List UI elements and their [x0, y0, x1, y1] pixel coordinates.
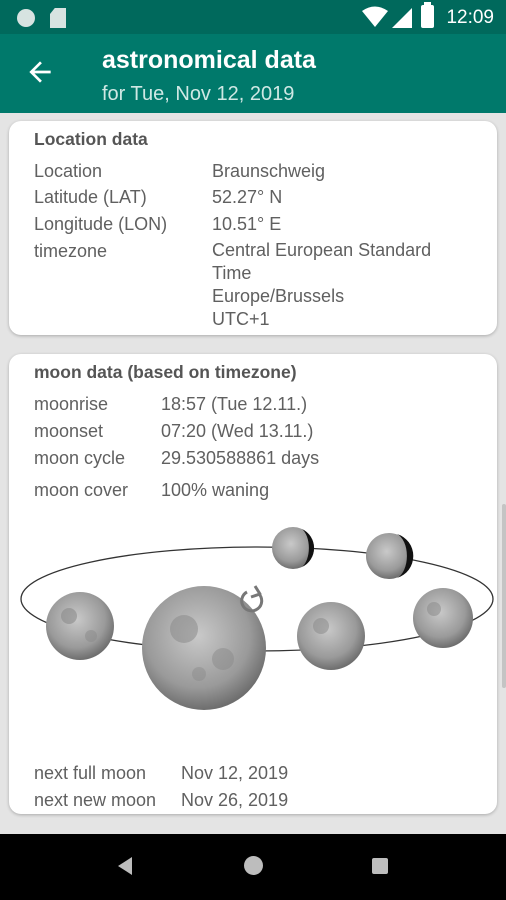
page-subtitle: for Tue, Nov 12, 2019 [102, 83, 295, 105]
arrow-back-icon[interactable] [24, 56, 56, 88]
circle-home-icon[interactable] [244, 856, 263, 875]
location-label: Location [34, 161, 103, 181]
next-new-moon-label: next new moon [34, 790, 157, 810]
system-navigation-bar [0, 834, 506, 900]
triangle-back-icon[interactable] [118, 857, 132, 875]
location-card: Location data Location Braunschweig Lati… [9, 121, 497, 335]
square-recent-icon[interactable] [372, 858, 388, 874]
wifi-icon [362, 6, 388, 27]
timezone-label: timezone [34, 241, 108, 261]
app-bar: astronomical data for Tue, Nov 12, 2019 [0, 34, 506, 113]
timezone-value-line: Europe/Brussels [212, 286, 345, 306]
next-full-moon-label: next full moon [34, 763, 147, 783]
moon-full-icon [142, 586, 266, 710]
timezone-value-line: Time [212, 263, 252, 283]
moon-orbit-illustration [20, 527, 494, 710]
moon-waning-gibbous-icon [272, 527, 315, 569]
latitude-value: 52.27° N [212, 187, 283, 207]
battery-icon [421, 2, 434, 28]
moon-waning-crescent-icon [366, 533, 414, 579]
moon-far-right-icon [413, 588, 473, 648]
signal-icon [392, 8, 412, 28]
next-full-moon-value: Nov 12, 2019 [181, 763, 289, 783]
clock: 12:09 [446, 7, 494, 28]
timezone-value-line: Central European Standard [212, 240, 432, 260]
sd-card-icon [50, 8, 66, 28]
next-new-moon-value: Nov 26, 2019 [181, 790, 289, 810]
notification-dot-icon [17, 9, 35, 27]
location-value: Braunschweig [212, 161, 326, 181]
moon-left-icon [46, 592, 114, 660]
page-title: astronomical data [102, 46, 316, 74]
rotate-icon [240, 585, 264, 613]
longitude-label: Longitude (LON) [34, 214, 168, 234]
status-bar: 12:09 [0, 0, 506, 34]
timezone-value-line: UTC+1 [212, 309, 270, 329]
moon-right-icon [297, 602, 365, 670]
location-card-title: Location data [34, 129, 148, 149]
latitude-label: Latitude (LAT) [34, 187, 147, 207]
scrollbar[interactable] [502, 504, 506, 688]
moon-card: moon data (based on timezone) moonrise 1… [9, 354, 497, 814]
longitude-value: 10.51° E [212, 214, 282, 234]
